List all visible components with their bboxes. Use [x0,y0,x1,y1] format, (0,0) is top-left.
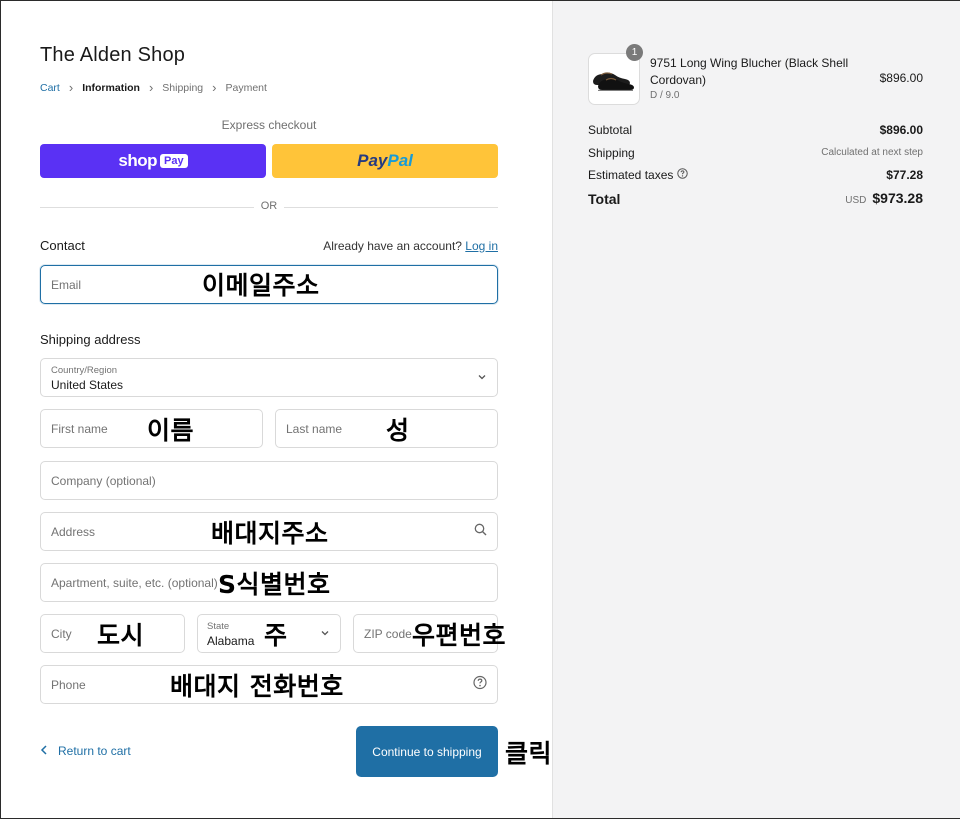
chevron-right-icon: › [148,80,154,95]
help-circle-icon[interactable] [473,675,487,694]
address-placeholder: Address [51,524,96,539]
account-prompt-text: Already have an account? [323,239,462,253]
total-row-value: USD $973.28 [763,190,923,206]
breadcrumb-cart[interactable]: Cart [40,82,60,94]
chevron-down-icon [320,625,330,643]
email-annotation: 이메일주소 [202,271,320,300]
estimated-taxes-row: Estimated taxes [588,168,689,182]
express-checkout-label: Express checkout [221,118,317,132]
shop-title[interactable]: The Alden Shop [40,44,185,67]
paypal-logo-part1: Pay [357,151,388,170]
breadcrumb-payment: Payment [225,82,267,94]
phone-placeholder: Phone [51,677,86,692]
quantity-badge: 1 [626,44,643,61]
continue-to-shipping-label: Continue to shipping [372,744,482,759]
currency-code: USD [845,195,867,206]
shipping-address-heading: Shipping address [40,332,141,347]
product-variant: D / 9.0 [650,90,680,101]
contact-heading: Contact [40,238,85,253]
phone-annotation: 배대지 전화번호 [170,672,344,701]
shop-pay-logo-text: shop [118,151,158,170]
company-placeholder: Company (optional) [51,473,156,488]
first-name-annotation: 이름 [147,416,195,445]
estimated-taxes-label: Estimated taxes [588,168,674,182]
or-label: OR [254,200,284,212]
subtotal-label: Subtotal [588,123,633,137]
chevron-right-icon: › [68,80,74,95]
paypal-logo-part2: Pal [387,151,413,170]
help-circle-icon[interactable] [677,168,689,182]
breadcrumb: Cart › Information › Shipping › Payment [40,80,267,95]
email-placeholder: Email [51,277,82,292]
click-annotation: 클릭 [505,739,553,768]
return-to-cart-link[interactable]: Return to cart [40,744,131,758]
return-to-cart-label: Return to cart [58,744,131,758]
company-field[interactable]: Company (optional) [40,461,498,500]
apartment-annotation: S식별번호 [218,570,331,599]
country-select[interactable]: Country/Region United States [40,358,498,397]
country-label: Country/Region [51,365,118,376]
shoe-image [593,72,634,91]
chevron-right-icon: › [212,80,217,95]
product-price: $896.00 [879,71,923,85]
login-link[interactable]: Log in [465,239,498,253]
first-name-placeholder: First name [51,421,108,436]
estimated-taxes-value: $77.28 [886,168,923,182]
last-name-placeholder: Last name [286,421,343,436]
total-label: Total [588,191,621,207]
search-icon [474,523,487,541]
zip-placeholder: ZIP code [364,626,412,641]
breadcrumb-information: Information [82,82,140,94]
city-annotation: 도시 [97,621,145,650]
shop-pay-pill: Pay [160,154,188,168]
chevron-left-icon [40,744,48,758]
product-name: 9751 Long Wing Blucher (Black Shell Cord… [650,56,849,87]
address-annotation: 배대지주소 [211,519,329,548]
shipping-value: Calculated at next step [821,147,923,158]
shipping-label: Shipping [588,146,635,160]
zip-annotation: 우편번호 [412,621,507,650]
breadcrumb-shipping: Shipping [162,82,204,94]
total-value: $973.28 [872,190,923,206]
city-placeholder: City [51,626,72,641]
last-name-annotation: 성 [386,416,410,445]
paypal-button[interactable]: Pay Pal [272,144,498,178]
state-value: Alabama [207,634,255,648]
continue-to-shipping-button[interactable]: Continue to shipping [356,726,498,777]
shop-pay-button[interactable]: shop Pay [40,144,266,178]
account-prompt: Already have an account? Log in [298,239,498,253]
country-value: United States [51,378,124,392]
chevron-down-icon [477,369,487,387]
state-label: State [207,621,230,632]
subtotal-value: $896.00 [879,123,923,137]
state-annotation: 주 [264,621,288,650]
apartment-placeholder: Apartment, suite, etc. (optional) [51,575,218,590]
